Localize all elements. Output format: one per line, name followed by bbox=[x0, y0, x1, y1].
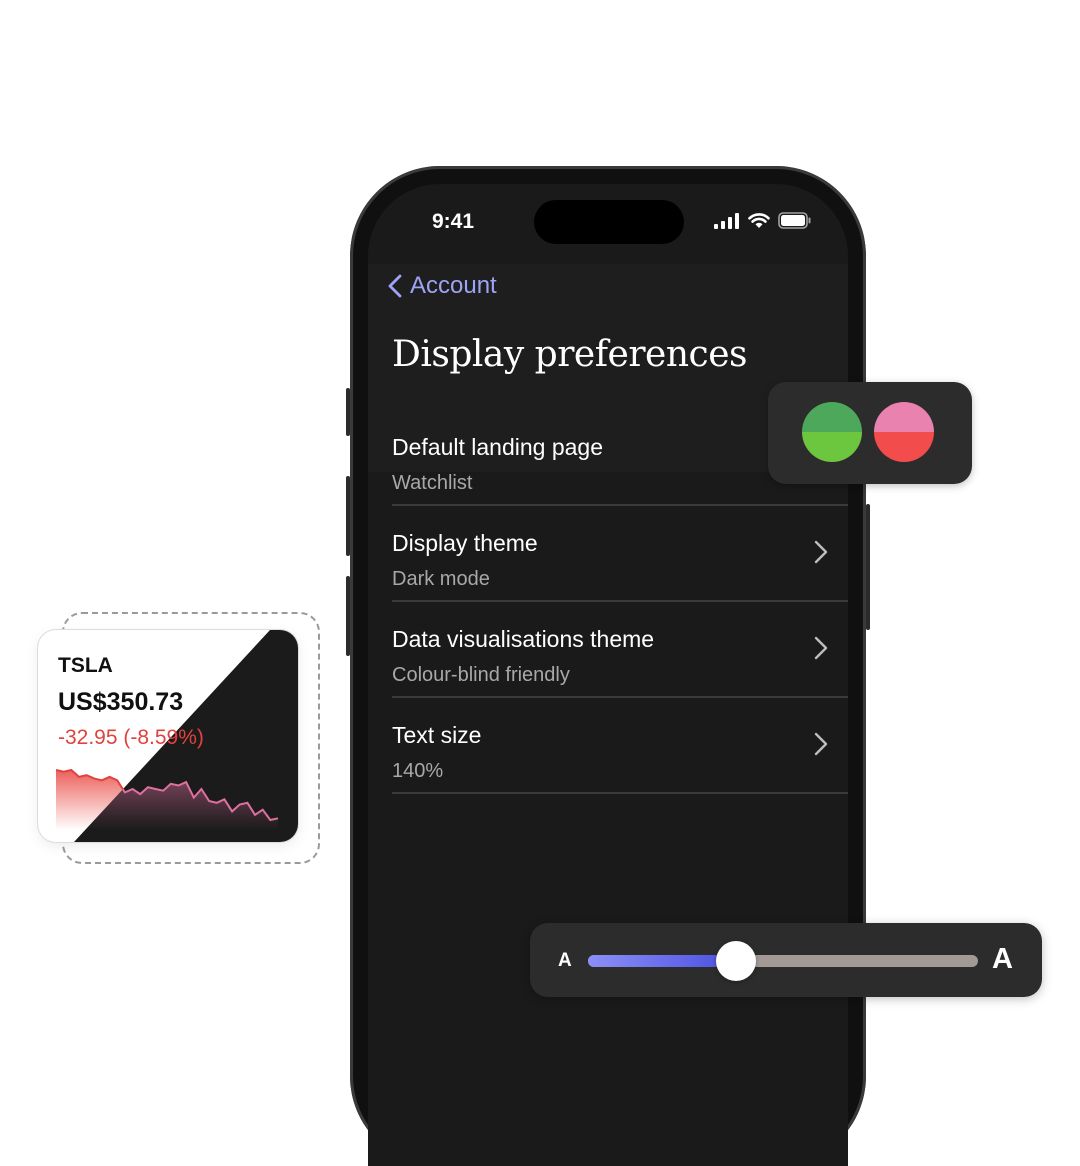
phone-screen: 9:41 Account Display preferences Default… bbox=[368, 184, 848, 1166]
status-icons bbox=[714, 212, 812, 229]
power-button bbox=[866, 504, 870, 630]
page-title: Display preferences bbox=[392, 334, 747, 375]
text-size-small-label: A bbox=[558, 950, 572, 971]
swatch-top-half bbox=[802, 402, 862, 432]
setting-display-theme[interactable]: Display theme Dark mode bbox=[392, 506, 848, 602]
chevron-right-icon bbox=[814, 732, 828, 756]
wifi-icon bbox=[748, 212, 770, 228]
setting-text-size[interactable]: Text size 140% bbox=[392, 698, 848, 794]
battery-icon bbox=[778, 212, 811, 229]
setting-data-visualisations-theme[interactable]: Data visualisations theme Colour-blind f… bbox=[392, 602, 848, 698]
dynamic-island bbox=[534, 200, 684, 244]
palette-swatch-pink-red[interactable] bbox=[874, 402, 934, 462]
stock-card[interactable]: TSLA US$350.73 -32.95 (-8.59%) bbox=[38, 630, 298, 842]
volume-up-button bbox=[346, 476, 350, 556]
action-button bbox=[346, 388, 350, 436]
setting-value: Colour-blind friendly bbox=[392, 664, 570, 686]
chevron-right-icon bbox=[814, 636, 828, 660]
text-size-slider[interactable] bbox=[588, 941, 978, 981]
status-bar: 9:41 bbox=[368, 184, 848, 264]
setting-value: Watchlist bbox=[392, 472, 473, 494]
text-size-slider-card: A A bbox=[530, 923, 1042, 997]
setting-title: Data visualisations theme bbox=[392, 626, 655, 652]
setting-value: 140% bbox=[392, 760, 444, 782]
swatch-top-half bbox=[874, 402, 934, 432]
cellular-signal-icon bbox=[714, 212, 739, 229]
palette-swatch-green[interactable] bbox=[802, 402, 862, 462]
setting-title: Display theme bbox=[392, 530, 538, 556]
volume-down-button bbox=[346, 576, 350, 656]
back-button-label: Account bbox=[410, 272, 497, 299]
swatch-bottom-half bbox=[802, 432, 862, 462]
text-size-large-label: A bbox=[992, 943, 1013, 975]
stock-sparkline bbox=[55, 768, 279, 830]
chevron-left-icon bbox=[388, 274, 402, 298]
color-palette-card bbox=[768, 382, 972, 484]
setting-value: Dark mode bbox=[392, 568, 490, 590]
phone-frame: 9:41 Account Display preferences Default… bbox=[346, 166, 870, 1166]
chevron-right-icon bbox=[814, 540, 828, 564]
back-button[interactable]: Account bbox=[388, 272, 497, 300]
slider-fill bbox=[588, 955, 737, 967]
swatch-bottom-half bbox=[874, 432, 934, 462]
setting-title: Default landing page bbox=[392, 434, 603, 460]
status-time: 9:41 bbox=[432, 210, 475, 233]
setting-title: Text size bbox=[392, 722, 482, 748]
slider-thumb[interactable] bbox=[716, 941, 757, 981]
